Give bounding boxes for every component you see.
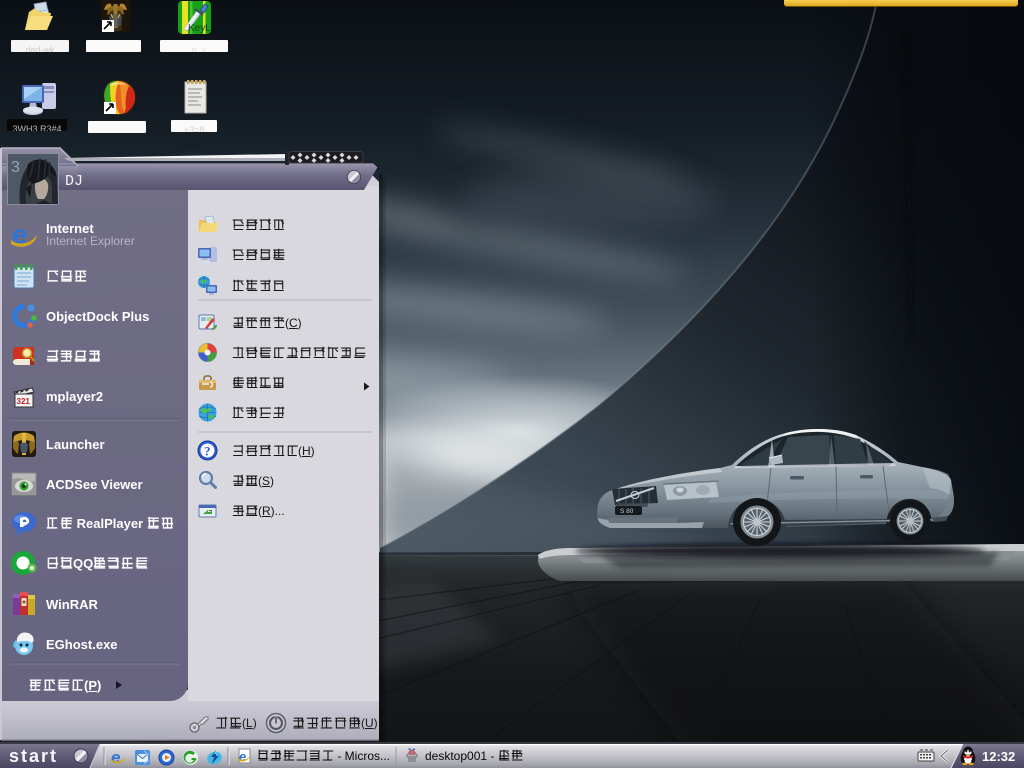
svg-text:e: e	[111, 749, 120, 766]
svg-text:3: 3	[11, 159, 20, 176]
svg-text:S 80: S 80	[620, 508, 634, 515]
svg-text:DJ: DJ	[65, 173, 83, 190]
svg-text:321: 321	[17, 397, 31, 406]
svg-text:12:32: 12:32	[982, 749, 1015, 764]
svg-text:?: ?	[204, 444, 211, 459]
svg-text:KeyL: KeyL	[188, 23, 211, 34]
svg-text:start: start	[9, 746, 58, 766]
svg-text:e: e	[239, 749, 246, 764]
